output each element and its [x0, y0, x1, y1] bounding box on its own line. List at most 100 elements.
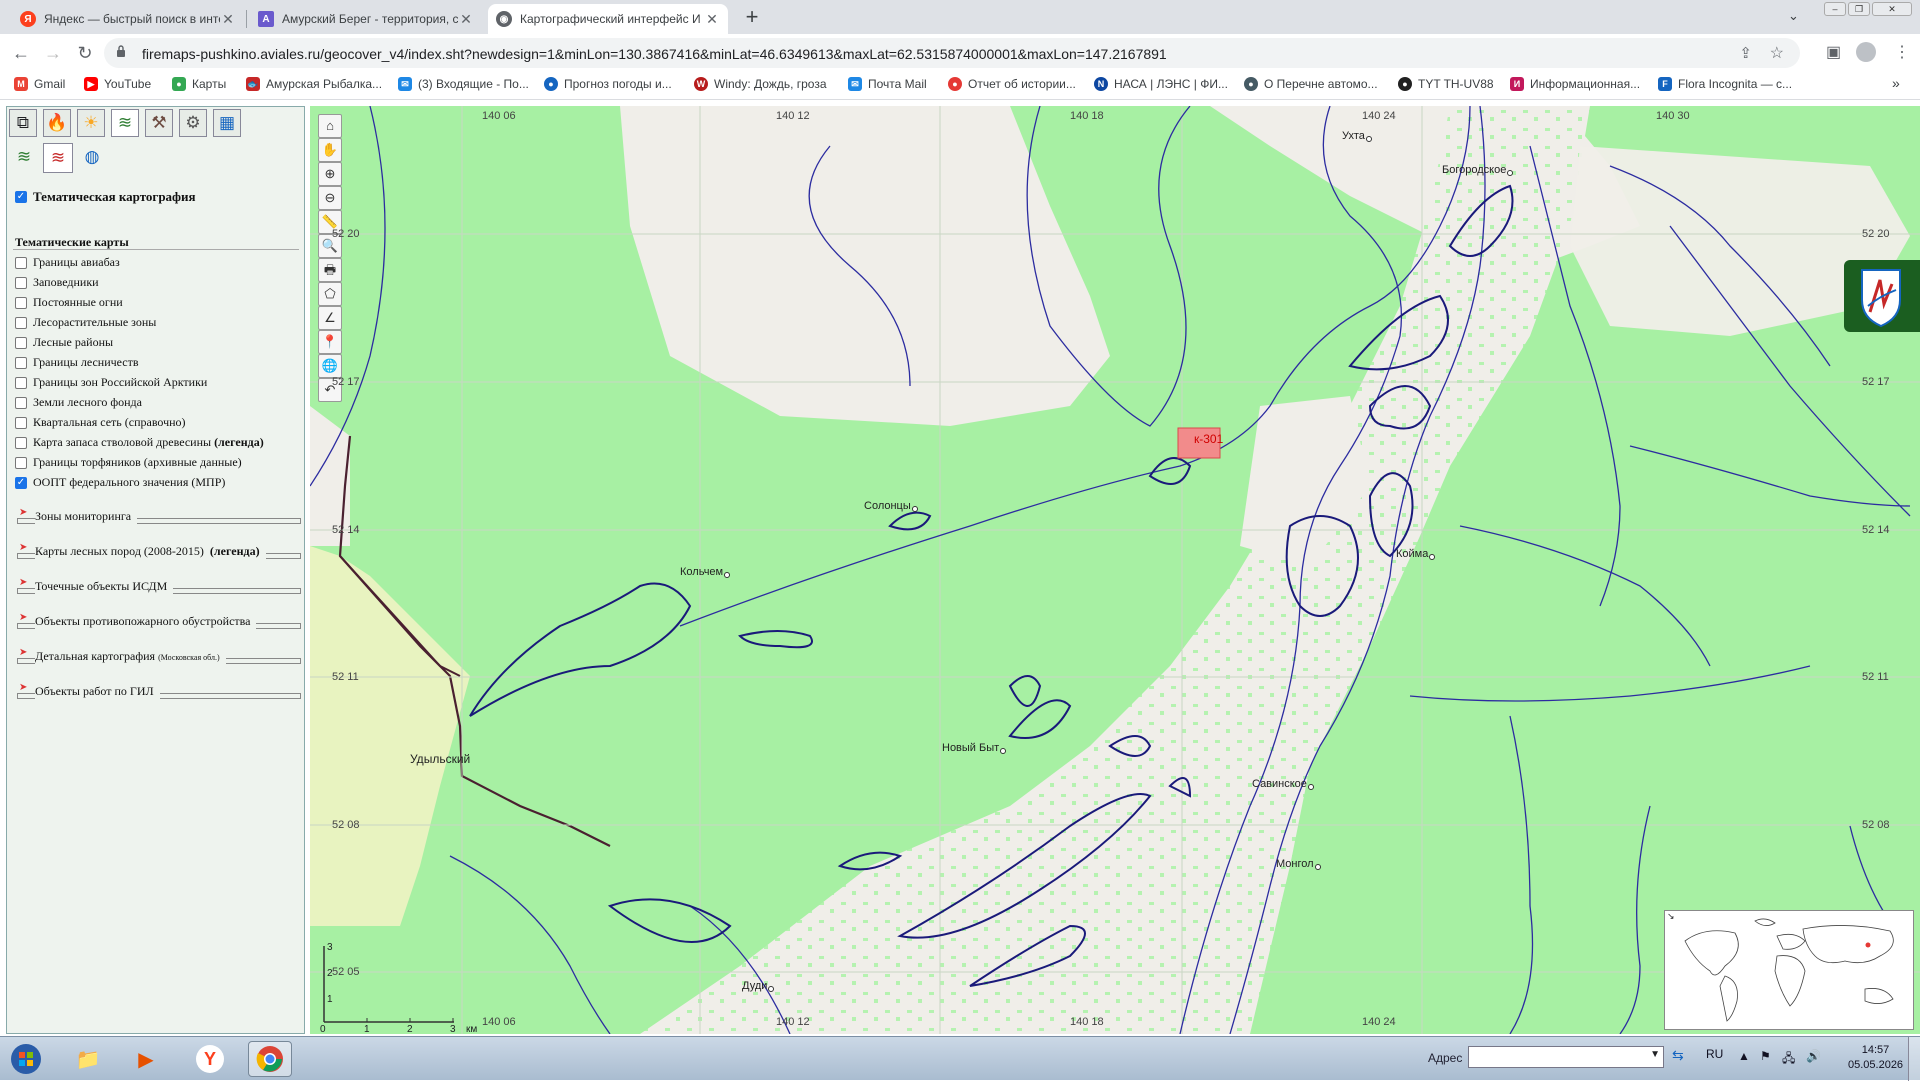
stack-icon[interactable]: ≋	[111, 109, 139, 137]
checkbox[interactable]	[15, 256, 27, 269]
place-koima[interactable]: Койма	[1396, 548, 1436, 560]
legend-link[interactable]: (легенда)	[214, 435, 264, 450]
layer-vegetation-zones[interactable]: Лесорастительные зоны	[15, 315, 156, 330]
close-window-button[interactable]: ✕	[1872, 2, 1912, 16]
close-tab-icon[interactable]: ✕	[704, 11, 720, 28]
volume-icon[interactable]: 🔊	[1806, 1049, 1821, 1063]
network-icon[interactable]: 🖧	[1782, 1049, 1795, 1070]
start-button-icon[interactable]	[2, 1041, 50, 1077]
place-novy-byt[interactable]: Новый Быт	[942, 742, 1007, 754]
go-arrow-icon[interactable]: ⇆	[1672, 1047, 1684, 1064]
bookmark-maps[interactable]: ● Карты	[172, 77, 226, 91]
minimize-button[interactable]: –	[1824, 2, 1846, 16]
system-clock[interactable]: 14:57 05.05.2026	[1848, 1043, 1903, 1073]
layer-federal-protected-areas[interactable]: ООПТ федерального значения (МПР)	[15, 475, 225, 490]
action-center-flag-icon[interactable]: ⚑	[1760, 1049, 1771, 1063]
media-player-icon[interactable]: ▶	[124, 1041, 168, 1077]
section-gil-works[interactable]: ➤ Объекты работ по ГИЛ	[15, 682, 301, 700]
checkbox[interactable]	[15, 436, 27, 449]
restore-button[interactable]: ❐	[1848, 2, 1870, 16]
checkbox[interactable]	[15, 416, 27, 429]
tab-search-chevron-icon[interactable]: ⌄	[1788, 8, 1799, 24]
close-tab-icon[interactable]: ✕	[220, 11, 236, 28]
layer-block-grid[interactable]: Квартальная сеть (справочно)	[15, 415, 186, 430]
bookmark-inbox[interactable]: ✉ (3) Входящие - По...	[398, 77, 529, 91]
expand-arrow-icon[interactable]: ➤	[19, 647, 27, 658]
bookmark-auto-list[interactable]: ● О Перечне автомо...	[1244, 77, 1378, 91]
place-savinskoe[interactable]: Савинское	[1252, 778, 1314, 790]
layer-arctic-zones[interactable]: Границы зон Российской Арктики	[15, 375, 207, 390]
address-bar[interactable]: firemaps-pushkino.aviales.ru/geocover_v4…	[104, 38, 1800, 68]
bookmark-tyt[interactable]: ● TYT TH-UV88	[1398, 77, 1494, 91]
bookmark-amur-fishing[interactable]: 🐟 Амурская Рыбалка...	[246, 77, 382, 91]
thematic-cartography-toggle[interactable]: Тематическая картография	[15, 189, 196, 205]
tools-icon[interactable]: ⚒	[145, 109, 173, 137]
zoom-in-icon[interactable]: ⊕	[318, 162, 342, 186]
bookmark-windy[interactable]: W Windy: Дождь, гроза	[694, 77, 827, 91]
profile-avatar-icon[interactable]	[1856, 42, 1876, 62]
layer-permanent-fires[interactable]: Постоянные огни	[15, 295, 123, 310]
place-kolchem[interactable]: Кольчем	[680, 566, 731, 578]
checkbox[interactable]	[15, 396, 27, 409]
layer-forest-districts[interactable]: Лесные районы	[15, 335, 113, 350]
checkbox[interactable]	[15, 296, 27, 309]
yandex-browser-icon[interactable]: Y	[188, 1041, 232, 1077]
bookmark-weather[interactable]: ● Прогноз погоды и...	[544, 77, 672, 91]
place-bogorodskoe[interactable]: Богородское	[1442, 164, 1514, 176]
layer-timber-stock[interactable]: Карта запаса стволовой древесины (легенд…	[15, 435, 264, 450]
taskbar-address-input[interactable]: ▼	[1468, 1046, 1664, 1068]
select-polygon-icon[interactable]: ⬠	[318, 282, 342, 306]
layer-airbase-boundaries[interactable]: Границы авиабаз	[15, 255, 120, 270]
checkbox[interactable]	[15, 376, 27, 389]
tab-cartographic-interface[interactable]: ◉ Картографический интерфейс И ✕	[488, 4, 728, 34]
fire-label[interactable]: к-301	[1194, 432, 1223, 446]
bookmark-gmail[interactable]: M Gmail	[14, 77, 65, 91]
measure-angle-icon[interactable]: ∠	[318, 306, 342, 330]
print-icon[interactable]: 🖶	[318, 258, 342, 282]
map-canvas[interactable]: ⌂ ✋ ⊕ ⊖ 📏 🔍 🖶 ⬠ ∠ 📍 🌐 ↶ 140 06 140 12 14…	[310, 106, 1920, 1034]
checkbox[interactable]	[15, 276, 27, 289]
reload-icon[interactable]: ↻	[74, 42, 96, 64]
section-point-objects[interactable]: ➤ Точечные объекты ИСДМ	[15, 577, 301, 595]
bookmark-youtube[interactable]: ▶ YouTube	[84, 77, 151, 91]
more-bookmarks-chevron-icon[interactable]: »	[1892, 75, 1900, 91]
globe-icon[interactable]: 🌐	[318, 354, 342, 378]
layers-tab[interactable]: ⧉	[9, 109, 37, 137]
table-icon[interactable]: ▦	[213, 109, 241, 137]
checkbox[interactable]	[15, 476, 27, 489]
place-solontsy[interactable]: Солонцы	[864, 500, 918, 512]
legend-link[interactable]: (легенда)	[210, 544, 260, 558]
language-indicator[interactable]: RU	[1706, 1047, 1723, 1061]
bookmark-nasa[interactable]: N НАСА | ЛЭНС | ФИ...	[1094, 77, 1228, 91]
show-hidden-icons-icon[interactable]: ▲	[1738, 1049, 1750, 1063]
zoom-out-icon[interactable]: ⊖	[318, 186, 342, 210]
fire-icon[interactable]: 🔥	[43, 109, 71, 137]
red-layers-icon[interactable]: ≋	[43, 143, 73, 173]
checkbox[interactable]	[15, 356, 27, 369]
bookmark-info[interactable]: И Информационная...	[1510, 77, 1640, 91]
layer-reserves[interactable]: Заповедники	[15, 275, 99, 290]
close-tab-icon[interactable]: ✕	[458, 11, 474, 28]
expand-arrow-icon[interactable]: ➤	[19, 682, 27, 693]
place-ukhta[interactable]: Ухта	[1342, 130, 1372, 142]
gear-icon[interactable]: ⚙	[179, 109, 207, 137]
collapse-minimap-icon[interactable]: ↘	[1667, 911, 1675, 922]
marker-icon[interactable]: 📍	[318, 330, 342, 354]
expand-arrow-icon[interactable]: ➤	[19, 612, 27, 623]
checkbox[interactable]	[15, 191, 27, 203]
globe-layers-icon[interactable]: ◍	[77, 143, 107, 173]
side-panel-icon[interactable]: ▣	[1826, 42, 1841, 62]
layer-peatland-boundaries[interactable]: Границы торфяников (архивные данные)	[15, 455, 242, 470]
layer-forest-fund-lands[interactable]: Земли лесного фонда	[15, 395, 142, 410]
place-dudi[interactable]: Дуди	[742, 980, 775, 992]
checkbox[interactable]	[15, 336, 27, 349]
tab-amur-bereg[interactable]: А Амурский Берег - территория, с ✕	[250, 4, 482, 34]
sun-icon[interactable]: ☀	[77, 109, 105, 137]
bookmark-history-report[interactable]: ● Отчет об истории...	[948, 77, 1076, 91]
back-arrow-icon[interactable]: ←	[10, 42, 32, 64]
menu-kebab-icon[interactable]: ⋮	[1894, 42, 1910, 62]
section-fire-infrastructure[interactable]: ➤ Объекты противопожарного обустройства	[15, 612, 301, 630]
tab-yandex[interactable]: Я Яндекс — быстрый поиск в инте ✕	[12, 4, 244, 34]
dropdown-arrow-icon[interactable]: ▼	[1650, 1049, 1660, 1060]
overview-minimap[interactable]: ↘	[1664, 910, 1914, 1030]
